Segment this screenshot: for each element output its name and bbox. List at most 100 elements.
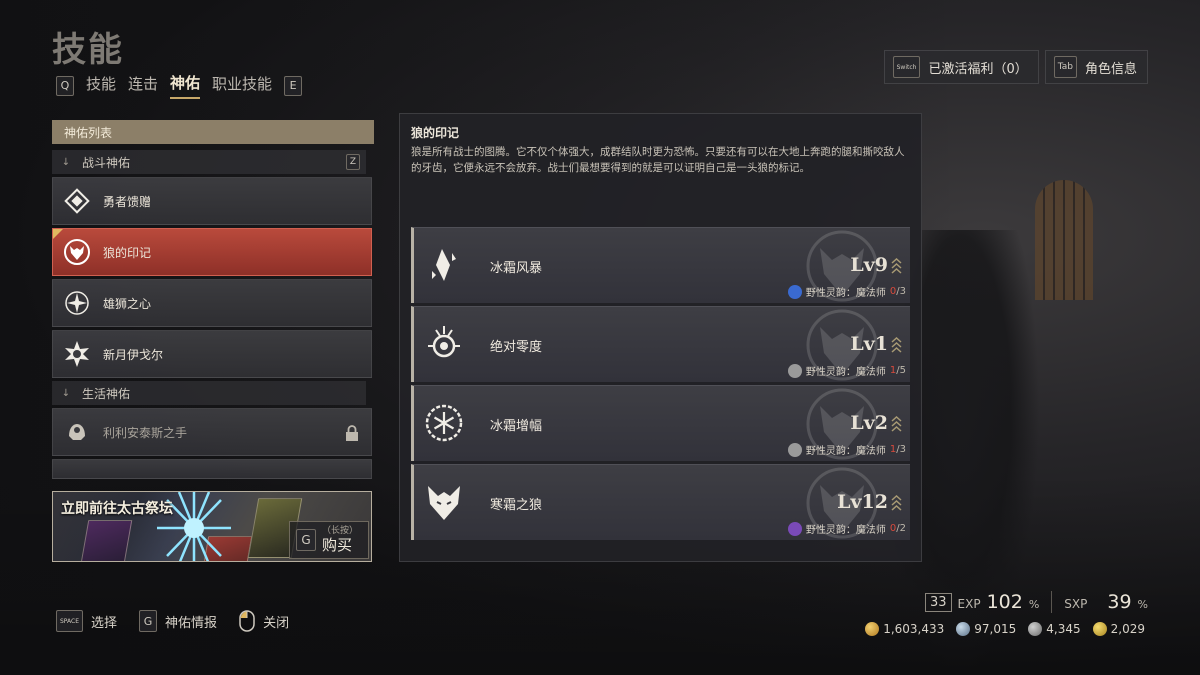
next-tab-key[interactable]: E <box>284 75 303 96</box>
ability-row-frost-storm[interactable]: 冰霜风暴 Lv9 野性灵韵：魔法师 0/3 <box>411 227 910 303</box>
select-hint: 选择 <box>91 615 118 631</box>
ability-requirement: 野性灵韵：魔法师 1/3 <box>787 442 906 457</box>
detail-title: 狼的印记 <box>411 126 460 140</box>
list-item-brave-gift[interactable]: 勇者馈赠 <box>52 177 372 225</box>
page-title: 技能 <box>52 30 124 70</box>
tab-skills[interactable]: 技能 <box>86 73 116 98</box>
requirement-count: 1/3 <box>889 444 906 455</box>
list-item-label: 勇者馈赠 <box>103 194 152 209</box>
chevron-down-icon: ↓ <box>61 156 71 168</box>
list-item-partial[interactable] <box>52 459 372 479</box>
buy-label: 购买 <box>322 536 353 554</box>
blessing-list: ↓ 战斗神佑 Z 勇者馈赠 狼的印记 雄狮之心 新月伊戈尔 ↓ 生活神佑 利利安… <box>52 150 374 485</box>
tab-key: Tab <box>1053 56 1077 78</box>
switch-key: Switch <box>892 56 921 78</box>
ability-level: Lv2 <box>850 412 888 434</box>
requirement-label: 野性灵韵：魔法师 <box>805 288 886 299</box>
ability-requirement: 野性灵韵：魔法师 0/2 <box>787 521 906 536</box>
frost-wolf-icon <box>428 486 460 520</box>
lock-icon <box>346 425 358 441</box>
ability-requirement: 野性灵韵：魔法师 0/3 <box>787 284 906 299</box>
altar-banner[interactable]: 立即前往太古祭坛 G （长按） 购买 <box>52 491 372 562</box>
ability-name: 绝对零度 <box>490 340 543 355</box>
tab-class-skills[interactable]: 职业技能 <box>212 73 272 98</box>
banner-card <box>77 520 133 561</box>
currency-gold: 1,603,433 <box>865 622 944 636</box>
tab-bar: Q 技能 连击 神佑 职业技能 E <box>56 72 303 99</box>
category-label: 生活神佑 <box>82 386 131 401</box>
sxp-unit: % <box>1137 598 1148 611</box>
hand-bloom-icon <box>63 418 91 446</box>
category-combat[interactable]: ↓ 战斗神佑 Z <box>52 150 366 174</box>
sxp-value: 39 <box>1107 591 1132 613</box>
category-life[interactable]: ↓ 生活神佑 <box>52 381 366 405</box>
ability-row-frost-wolf[interactable]: 寒霜之狼 Lv12 野性灵韵：魔法师 0/2 <box>411 464 910 540</box>
list-item-label: 新月伊戈尔 <box>103 347 164 362</box>
close-hint: 关闭 <box>263 615 290 631</box>
currency-value: 1,603,433 <box>883 622 945 636</box>
currency-silver: 97,015 <box>956 622 1016 636</box>
experience-stats: 33 EXP 102 % SXP 39 % <box>924 591 1148 613</box>
list-item-label: 狼的印记 <box>103 245 152 260</box>
category-label: 战斗神佑 <box>82 155 131 170</box>
requirement-count: 0/3 <box>889 286 906 297</box>
list-item-crescent-igor[interactable]: 新月伊戈尔 <box>52 330 372 378</box>
mouse-icon[interactable] <box>239 610 255 632</box>
tab-combo[interactable]: 连击 <box>128 73 158 98</box>
gear-coin-icon <box>1092 622 1107 636</box>
aura-icon <box>787 521 802 536</box>
bottom-hints: SPACE 选择 G 神佑情报 关闭 <box>56 610 289 632</box>
chevron-up-icon <box>891 337 902 353</box>
currency-value: 2,029 <box>1110 622 1145 636</box>
requirement-label: 野性灵韵：魔法师 <box>805 525 886 536</box>
buy-hint: （长按） <box>322 526 359 536</box>
blessing-list-header: 神佑列表 <box>52 120 374 144</box>
character-info-button[interactable]: Tab 角色信息 <box>1044 50 1148 84</box>
aura-icon <box>787 442 802 457</box>
ability-row-absolute-zero[interactable]: 绝对零度 Lv1 野性灵韵：魔法师 1/5 <box>411 306 910 382</box>
prev-tab-key[interactable]: Q <box>56 75 74 96</box>
character-level: 33 <box>924 592 952 612</box>
aura-icon <box>787 363 802 378</box>
top-right-buttons: Switch 已激活福利（0） Tab 角色信息 <box>883 50 1148 84</box>
list-item-lilyantes-hand[interactable]: 利利安泰斯之手 <box>52 408 372 456</box>
ability-name: 冰霜增幅 <box>490 419 543 434</box>
diamond-emblem-icon <box>63 187 91 215</box>
detail-description: 狼是所有战士的图腾。它不仅个体强大，成群结队时更为恐怖。只要还有可以在大地上奔跑… <box>411 146 905 174</box>
chevron-up-icon <box>891 416 902 432</box>
spiked-sun-icon <box>63 340 91 368</box>
tab-blessing[interactable]: 神佑 <box>170 72 201 99</box>
g-key[interactable]: G <box>139 610 158 632</box>
banner-title: 立即前往太古祭坛 <box>61 501 173 517</box>
ability-level: Lv9 <box>850 254 888 276</box>
chevron-up-icon <box>891 495 902 511</box>
list-item-label: 利利安泰斯之手 <box>103 425 188 440</box>
blessing-list-panel: 神佑列表 ↓ 战斗神佑 Z 勇者馈赠 狼的印记 雄狮之心 新月伊戈尔 ↓ 生活神… <box>52 120 374 485</box>
active-benefits-button[interactable]: Switch 已激活福利（0） <box>883 50 1039 84</box>
sxp-label: SXP <box>1064 597 1088 611</box>
exp-value: 102 <box>986 591 1023 613</box>
gold-coin-icon <box>865 622 880 636</box>
currency-gear: 2,029 <box>1092 622 1145 636</box>
character-info-label: 角色信息 <box>1084 61 1137 77</box>
blessing-info-hint: 神佑情报 <box>165 615 218 631</box>
ability-level: Lv1 <box>850 333 888 355</box>
wolf-head-icon <box>63 238 91 266</box>
chevron-down-icon: ↓ <box>61 387 71 399</box>
active-benefits-label: 已激活福利（0） <box>928 61 1028 77</box>
currency-value: 97,015 <box>974 622 1017 636</box>
stone-icon <box>1028 622 1043 636</box>
aura-icon <box>787 284 802 299</box>
ability-level: Lv12 <box>837 491 888 513</box>
requirement-label: 野性灵韵：魔法师 <box>805 446 886 457</box>
buy-button[interactable]: G （长按） 购买 <box>289 521 369 559</box>
divider <box>1051 591 1053 613</box>
list-item-lion-heart[interactable]: 雄狮之心 <box>52 279 372 327</box>
list-item-wolf-mark[interactable]: 狼的印记 <box>52 228 372 276</box>
z-key: Z <box>345 154 360 170</box>
ability-row-frost-amplify[interactable]: 冰霜增幅 Lv2 野性灵韵：魔法师 1/3 <box>411 385 910 461</box>
currency-stone: 4,345 <box>1028 622 1081 636</box>
space-key[interactable]: SPACE <box>56 610 84 632</box>
ability-name: 寒霜之狼 <box>490 498 543 513</box>
frost-orb-icon <box>428 326 460 358</box>
